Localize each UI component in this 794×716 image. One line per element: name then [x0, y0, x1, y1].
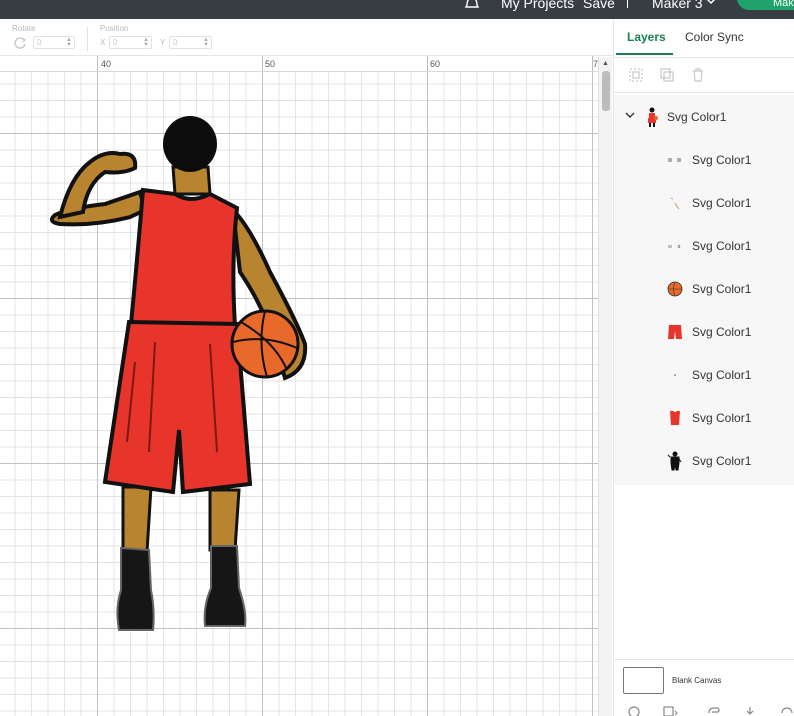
- basketball-shape: [230, 309, 300, 379]
- dot-thumbnail-icon: [674, 374, 676, 376]
- layer-row[interactable]: Svg Color1: [614, 267, 794, 310]
- jersey-thumbnail-icon: [670, 411, 680, 425]
- layer-label: Svg Color1: [692, 282, 752, 296]
- rotate-value: 0: [37, 38, 42, 47]
- group-icon[interactable]: [628, 67, 644, 83]
- canvas-scrollbar[interactable]: ▲: [598, 57, 612, 716]
- layer-row[interactable]: Svg Color1: [614, 181, 794, 224]
- scroll-up-icon[interactable]: ▲: [602, 60, 609, 67]
- layer-row[interactable]: Svg Color1: [614, 224, 794, 267]
- wisps-thumbnail-icon: [670, 197, 680, 210]
- shorts-thumbnail-icon: [668, 325, 682, 339]
- scrollbar-thumb[interactable]: [602, 71, 610, 111]
- y-value: 0: [173, 38, 178, 47]
- ruler-tick: [97, 56, 98, 71]
- y-position-input[interactable]: 0 ▲ ▼: [169, 36, 212, 49]
- slice-icon[interactable]: [627, 705, 643, 716]
- my-projects-link[interactable]: My Projects: [501, 0, 574, 11]
- layer-label: Svg Color1: [692, 196, 752, 210]
- right-shoe: [203, 545, 247, 627]
- player-thumbnail-icon: [648, 107, 658, 127]
- position-label: Position: [100, 24, 129, 33]
- head-shape: [163, 116, 217, 172]
- chevron-down-icon[interactable]: [705, 0, 717, 6]
- duplicate-icon[interactable]: [659, 67, 675, 83]
- flatten-icon[interactable]: [742, 705, 758, 716]
- left-shoe: [116, 546, 155, 631]
- layer-label: Svg Color1: [692, 368, 752, 382]
- x-position-input[interactable]: 0 ▲ ▼: [109, 36, 152, 49]
- toolbar-divider: [87, 27, 88, 51]
- layer-tools-bar: [614, 703, 794, 716]
- machine-select[interactable]: Maker 3: [652, 0, 703, 11]
- top-bar: My Projects Save Maker 3 Make: [0, 0, 794, 19]
- y-stepper[interactable]: ▲ ▼: [203, 37, 209, 48]
- blank-canvas-swatch[interactable]: [623, 667, 664, 694]
- layer-row[interactable]: Svg Color1: [614, 138, 794, 181]
- jersey-shape: [128, 187, 240, 329]
- tab-layers[interactable]: Layers: [627, 30, 666, 44]
- silhouette-thumbnail-icon: [667, 451, 682, 471]
- save-button[interactable]: Save: [583, 0, 615, 11]
- layers-list: Svg Color1 Svg Color1 Svg Color1 Svg Col…: [614, 95, 794, 485]
- edit-toolbar: Rotate 0 ▲ ▼ Position X 0 ▲ ▼ Y 0 ▲ ▼: [0, 19, 613, 56]
- ruler-mark: 40: [101, 59, 112, 69]
- attach-icon[interactable]: [706, 705, 722, 716]
- layer-label: Svg Color1: [692, 239, 752, 253]
- dots-thumbnail-icon: [668, 244, 681, 249]
- layer-group-row[interactable]: Svg Color1: [614, 95, 794, 138]
- ruler-mark: 50: [265, 59, 276, 69]
- x-stepper[interactable]: ▲ ▼: [143, 37, 149, 48]
- rotate-stepper[interactable]: ▲ ▼: [66, 37, 72, 48]
- layer-label: Svg Color1: [692, 454, 752, 468]
- make-button-label: Make: [773, 0, 794, 9]
- layer-label: Svg Color1: [692, 153, 752, 167]
- ruler-tick: [262, 56, 263, 71]
- layer-label: Svg Color1: [692, 325, 752, 339]
- layer-row[interactable]: Svg Color1: [614, 310, 794, 353]
- panel-tabs: Layers Color Sync: [614, 19, 794, 55]
- layer-row[interactable]: Svg Color1: [614, 396, 794, 439]
- combine-icon[interactable]: [662, 705, 678, 716]
- footer-divider: [614, 659, 794, 660]
- layer-label: Svg Color1: [692, 411, 752, 425]
- layers-panel: Layers Color Sync Svg Color1 Svg Color1 …: [613, 19, 794, 716]
- layer-group-label: Svg Color1: [667, 110, 727, 124]
- topbar-divider: [627, 0, 628, 8]
- ruler-mark: 60: [430, 59, 441, 69]
- tab-color-sync[interactable]: Color Sync: [685, 30, 744, 44]
- x-label: X: [100, 38, 106, 47]
- delete-icon[interactable]: [690, 67, 706, 83]
- contour-icon[interactable]: [779, 705, 794, 716]
- tiny-marks-thumbnail-icon: [668, 158, 681, 162]
- active-tab-indicator: [616, 53, 673, 55]
- rotate-icon: [14, 37, 26, 49]
- basketball-thumbnail-icon: [667, 281, 683, 297]
- shorts-shape: [102, 319, 253, 495]
- y-label: Y: [160, 38, 166, 47]
- rotate-label: Rotate: [12, 24, 36, 33]
- chevron-down-icon[interactable]: [625, 110, 635, 120]
- layer-row[interactable]: Svg Color1: [614, 353, 794, 396]
- basketball-player-design[interactable]: [45, 112, 310, 637]
- make-button[interactable]: Make: [737, 0, 794, 10]
- layer-row[interactable]: Svg Color1: [614, 439, 794, 482]
- blank-canvas-label: Blank Canvas: [672, 676, 722, 685]
- x-value: 0: [113, 38, 118, 47]
- horizontal-ruler: 40 50 60 7: [0, 56, 598, 72]
- ruler-tick: [427, 56, 428, 71]
- rotate-input[interactable]: 0 ▲ ▼: [33, 36, 75, 49]
- layer-actions: [614, 57, 794, 93]
- bell-icon[interactable]: [463, 0, 481, 12]
